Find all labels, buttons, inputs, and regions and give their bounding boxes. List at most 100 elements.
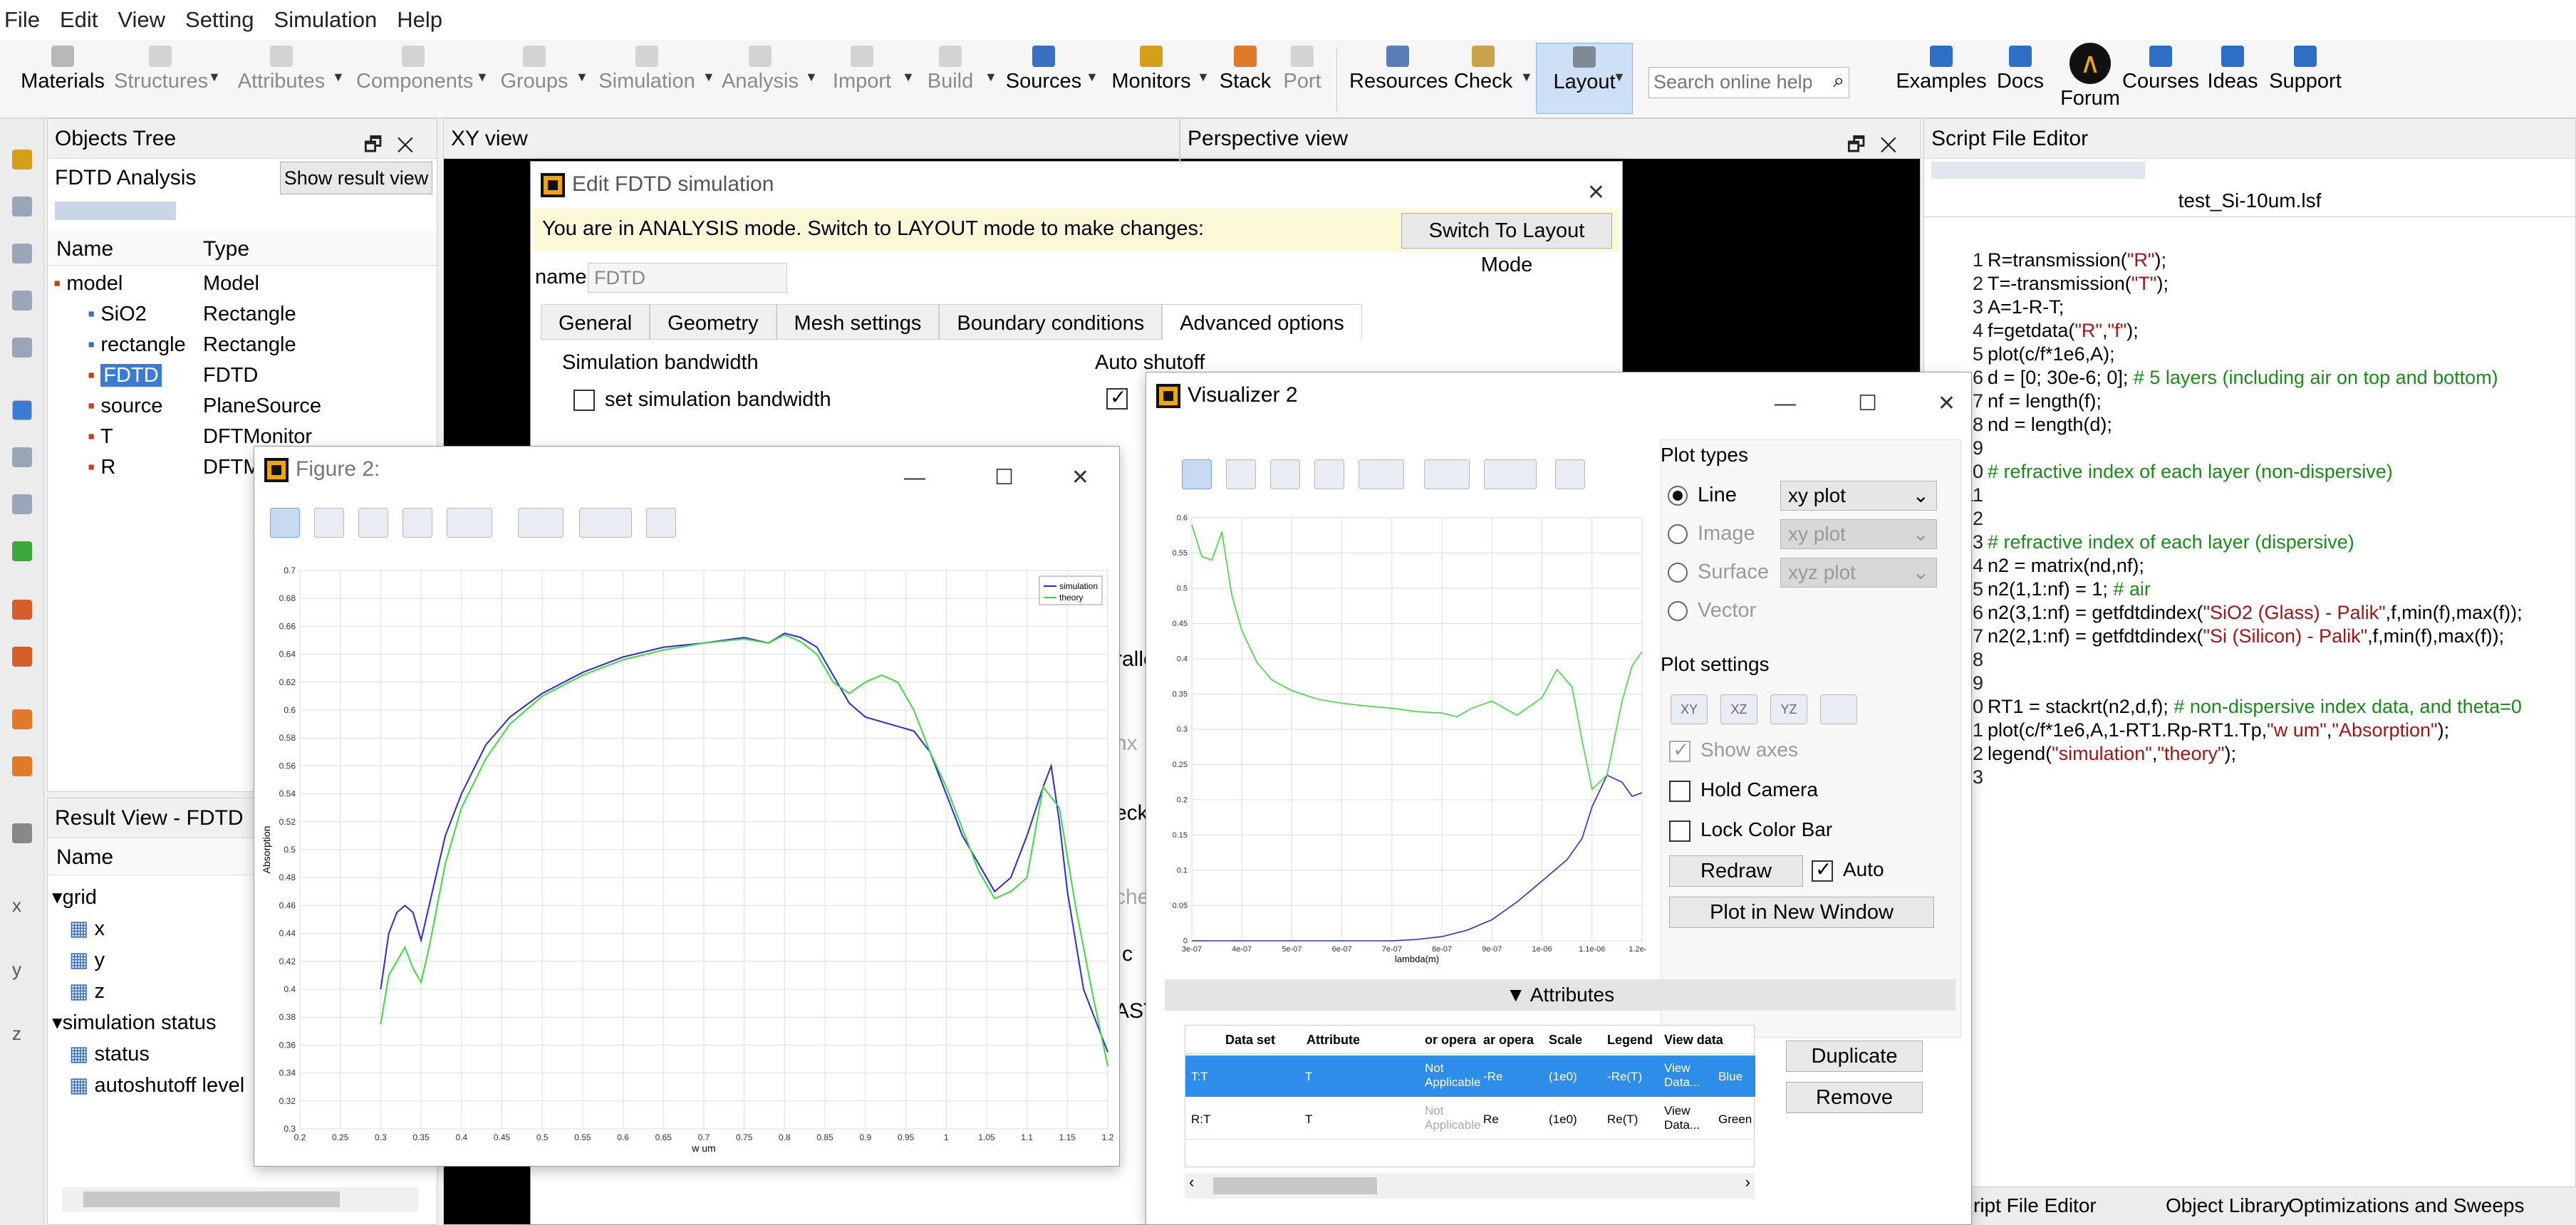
pan-hand-icon[interactable] — [1226, 459, 1256, 489]
minimize-icon[interactable]: — — [1775, 381, 1796, 427]
remove-button[interactable]: Remove — [1786, 1082, 1923, 1113]
tab-mesh-settings[interactable]: Mesh settings — [776, 304, 940, 340]
minimize-icon[interactable]: — — [904, 455, 925, 501]
line-radio[interactable]: Line — [1668, 484, 1737, 507]
marker-icon[interactable] — [579, 508, 632, 538]
table-scrollbar[interactable]: ‹ › — [1185, 1173, 1755, 1199]
export-icon[interactable] — [447, 508, 492, 538]
redraw-button[interactable]: Redraw — [1669, 855, 1803, 887]
monitors-dropdown-icon[interactable]: ▼ — [1197, 70, 1210, 85]
text-tool-icon[interactable] — [518, 508, 564, 538]
pan-tool-icon[interactable] — [12, 494, 32, 514]
maximize-icon[interactable]: ☐ — [1858, 381, 1877, 427]
pencil-icon[interactable] — [646, 508, 676, 538]
resources-button[interactable]: Resources — [1349, 46, 1448, 114]
check-dropdown-icon[interactable]: ▼ — [1520, 70, 1533, 85]
tree-row[interactable]: ▪ SiO2 — [88, 299, 147, 330]
z-axis-view-icon[interactable]: z — [12, 1023, 32, 1044]
tab-object-library[interactable]: Object Library — [2166, 1194, 2290, 1217]
zoom-icon[interactable] — [1182, 459, 1212, 489]
zoom-icon[interactable] — [270, 508, 300, 538]
select-arrow-icon[interactable] — [1270, 459, 1300, 489]
courses-button[interactable]: Courses — [2121, 46, 2200, 114]
materials-button[interactable]: Materials — [20, 46, 105, 114]
view-xy-button[interactable]: XY — [1671, 694, 1708, 724]
hold-camera-checkbox[interactable]: Hold Camera — [1669, 778, 1818, 802]
zoom-extent-icon[interactable] — [12, 600, 32, 620]
result-item-x[interactable]: ▦ x — [69, 914, 105, 944]
table-row-selected[interactable]: T:T T Not Applicable -Re (1e0) -Re(T) Vi… — [1185, 1055, 1755, 1097]
show-result-view-button[interactable]: Show result view — [280, 162, 432, 194]
plot-in-new-window-button[interactable]: Plot in New Window — [1669, 897, 1934, 928]
snap-tool-icon[interactable] — [12, 647, 32, 667]
select-arrow-icon[interactable] — [358, 508, 388, 538]
ruler-tool-icon[interactable] — [12, 541, 32, 561]
view-xz-button[interactable]: XZ — [1720, 694, 1757, 724]
pencil-tool-icon[interactable] — [12, 150, 32, 170]
grid-view-icon[interactable] — [12, 709, 32, 729]
tab-general[interactable]: General — [541, 304, 650, 340]
table-row[interactable]: R:T T Not Applicable Re (1e0) Re(T) View… — [1185, 1098, 1755, 1140]
result-item-simulation-status[interactable]: ▾simulation status — [52, 1008, 217, 1038]
result-item-status[interactable]: ▦ status — [69, 1039, 150, 1070]
groups-button[interactable]: Groups — [499, 46, 570, 114]
pencil-icon[interactable] — [1555, 459, 1585, 489]
analysis-dropdown-icon[interactable]: ▼ — [805, 70, 818, 85]
sources-button[interactable]: Sources — [1004, 46, 1083, 114]
port-button[interactable]: Port — [1275, 46, 1329, 114]
grid-tool-icon[interactable] — [12, 291, 32, 311]
auto-checkbox[interactable]: Auto — [1812, 858, 1884, 882]
tab-boundary-conditions[interactable]: Boundary conditions — [939, 304, 1163, 340]
docs-button[interactable]: Docs — [1995, 46, 2046, 114]
zoom-tool-icon[interactable] — [12, 447, 32, 467]
simulation-button[interactable]: Simulation — [597, 46, 697, 114]
result-item-autoshutoff[interactable]: ▦ autoshutoff level — [69, 1070, 244, 1101]
zoom-in-icon[interactable] — [402, 508, 432, 538]
menu-edit[interactable]: Edit — [60, 7, 98, 33]
visualizer-chart[interactable]: 3e-07 4e-07 5e-07 6e-07 7e-07 8e-07 9e-07 1e-06… — [1162, 508, 1646, 978]
name-field[interactable] — [588, 263, 787, 293]
simulation-dropdown-icon[interactable]: ▼ — [702, 70, 715, 85]
view-yz-button[interactable]: YZ — [1770, 694, 1807, 724]
set-bandwidth-checkbox[interactable]: set simulation bandwidth — [573, 388, 831, 412]
stack-button[interactable]: Stack — [1217, 46, 1274, 114]
absorption-chart[interactable]: 0.2 0.25 0.3 0.35 0.4 0.45 0.5 0.55 0.6 0.65 0.7 0.… — [260, 561, 1115, 1162]
pan-hand-icon[interactable] — [314, 508, 344, 538]
menu-simulation[interactable]: Simulation — [274, 7, 378, 33]
export-icon[interactable] — [1359, 459, 1404, 489]
plot-type-select[interactable]: xy plot ⌄ — [1780, 481, 1937, 511]
components-dropdown-icon[interactable]: ▼ — [476, 70, 489, 85]
show-axes-checkbox[interactable]: Show axes — [1669, 738, 1798, 762]
panel-controls[interactable]: 🗗✕ — [1847, 125, 1911, 165]
menu-view[interactable]: View — [118, 7, 165, 33]
attributes-dropdown-icon[interactable]: ▼ — [332, 70, 345, 85]
attributes-button[interactable]: Attributes — [235, 46, 328, 114]
panel-controls[interactable]: 🗗✕ — [364, 125, 428, 165]
tab-advanced-options[interactable]: Advanced options — [1162, 304, 1362, 340]
support-button[interactable]: Support — [2265, 46, 2345, 114]
import-dropdown-icon[interactable]: ▼ — [902, 70, 915, 85]
zoom-in-icon[interactable] — [1314, 459, 1344, 489]
camera-icon[interactable] — [1820, 694, 1857, 724]
result-item-z[interactable]: ▦ z — [69, 976, 105, 1007]
surface-radio[interactable]: Surface — [1668, 561, 1769, 584]
arrow-tool-icon[interactable] — [12, 197, 32, 217]
structures-dropdown-icon[interactable]: ▼ — [208, 70, 221, 85]
search-input[interactable] — [1649, 68, 1812, 96]
tree-row[interactable]: ▪ rectangle — [88, 330, 186, 360]
forum-button[interactable]: ∧ Forum — [2056, 43, 2124, 114]
tree-row[interactable]: ▪ T — [88, 422, 113, 452]
lock-color-checkbox[interactable]: Lock Color Bar — [1669, 818, 1832, 842]
analysis-button[interactable]: Analysis — [721, 46, 799, 114]
view-bar-icon[interactable] — [12, 823, 32, 843]
auto-shutoff-checkbox[interactable] — [1106, 385, 1138, 410]
search-icon[interactable]: ⌕ — [1833, 69, 1844, 93]
script-file-tab[interactable]: test_Si-10um.lsf — [1924, 184, 2575, 217]
menu-file[interactable]: File — [4, 7, 40, 33]
attributes-toggle[interactable]: ▼ Attributes — [1165, 979, 1956, 1011]
groups-dropdown-icon[interactable]: ▼ — [576, 70, 588, 85]
text-tool-icon[interactable] — [1424, 459, 1470, 489]
tree-row[interactable]: ▪ source — [88, 391, 162, 422]
select-tool-icon[interactable] — [12, 400, 32, 420]
components-button[interactable]: Components — [356, 46, 473, 114]
